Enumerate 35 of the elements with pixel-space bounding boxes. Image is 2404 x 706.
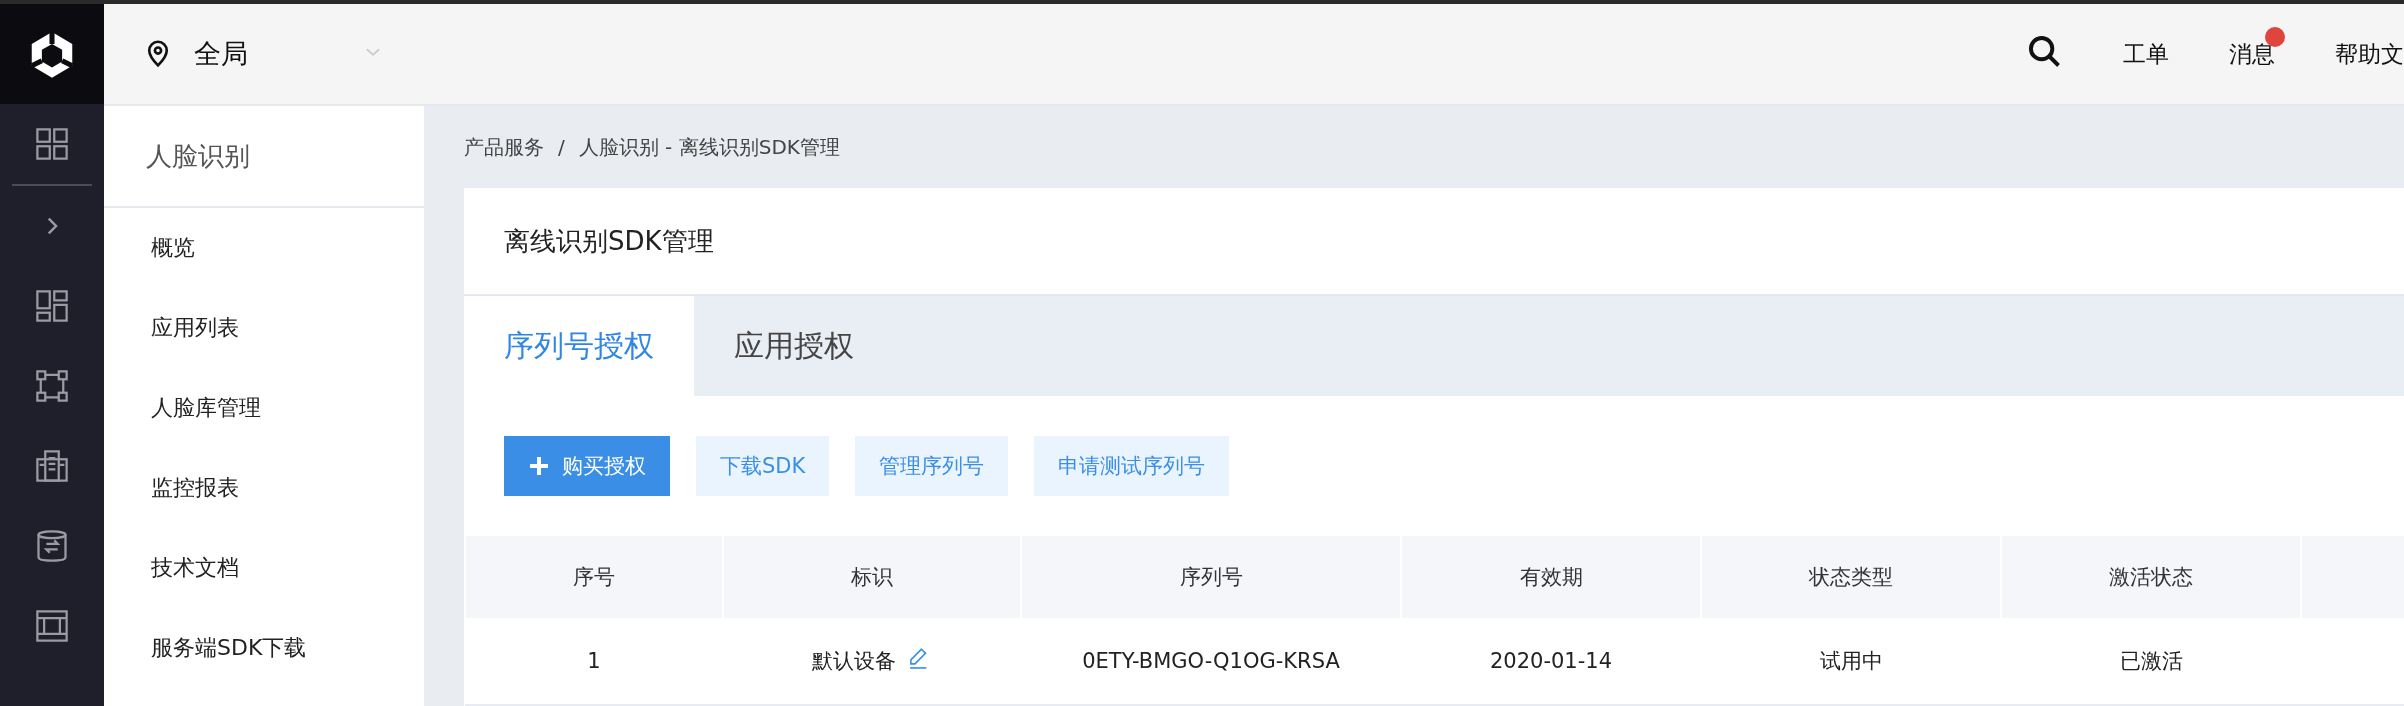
grid-icon: [34, 126, 70, 162]
sidebar-item[interactable]: 监控报表: [104, 448, 424, 528]
column-header: 有效期: [1401, 536, 1701, 618]
sidebar-item[interactable]: 概览: [104, 208, 424, 288]
nodes-icon: [34, 368, 70, 404]
building-icon: [34, 448, 70, 484]
plus-icon: [528, 455, 550, 477]
column-header: 序号: [465, 536, 723, 618]
dashboard-icon: [34, 288, 70, 324]
region-selector[interactable]: 全局: [194, 36, 248, 72]
column-header: 标识: [723, 536, 1021, 618]
breadcrumb-item: 人脸识别 - 离线识别SDK管理: [578, 133, 840, 161]
sidebar-item[interactable]: 应用列表: [104, 288, 424, 368]
column-header: 状态类型: [1701, 536, 2001, 618]
frame-icon: [34, 608, 70, 644]
tab[interactable]: 应用授权: [694, 296, 894, 396]
column-header: 序列号: [1021, 536, 1401, 618]
table-cell: 1: [587, 649, 601, 673]
header-link[interactable]: 帮助文: [2335, 38, 2404, 70]
table-cell-text: 默认设备: [812, 648, 896, 675]
breadcrumb-item[interactable]: 产品服务: [464, 133, 544, 161]
sidebar-item[interactable]: 人脸库管理: [104, 368, 424, 448]
column-header: 激活状态: [2001, 536, 2301, 618]
table-cell: 2020-01-14: [1489, 649, 1612, 673]
table-cell: 试用中: [1819, 649, 1883, 673]
header-link[interactable]: 消息: [2229, 26, 2285, 70]
breadcrumb-separator: /: [558, 135, 565, 159]
sidebar-title: 人脸识别: [104, 106, 424, 208]
table-cell: 0ETY-BMGO-Q1OG-KRSA: [1082, 649, 1340, 673]
table-cell: 已激活: [2119, 649, 2183, 673]
tab[interactable]: 序列号授权: [464, 296, 694, 396]
sidebar-item[interactable]: 技术文档: [104, 528, 424, 608]
database-icon: [34, 528, 70, 564]
sidebar-item[interactable]: 服务端SDK下载: [104, 608, 424, 688]
header-link[interactable]: 工单: [2123, 38, 2169, 70]
